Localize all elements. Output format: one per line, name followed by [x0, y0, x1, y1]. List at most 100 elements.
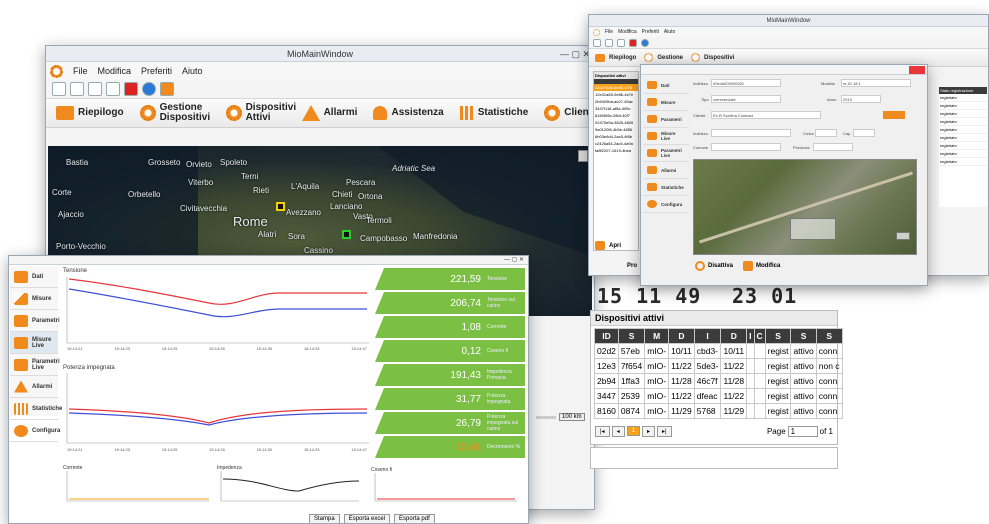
- field-provincia-value[interactable]: [813, 143, 853, 151]
- sidebar-item-dati[interactable]: Dati: [10, 266, 58, 288]
- list-item[interactable]: 8160f06b-28bf-40f7: [594, 112, 638, 119]
- pdf-icon[interactable]: [629, 38, 637, 47]
- page-input[interactable]: 1: [787, 425, 818, 437]
- map-marker[interactable]: [342, 230, 351, 239]
- close-button[interactable]: [909, 66, 925, 74]
- field-comune-value[interactable]: [711, 143, 781, 151]
- sidebar-item-dati[interactable]: Dati: [643, 77, 689, 94]
- menu-file[interactable]: File: [73, 66, 88, 76]
- list-item[interactable]: 6b03e9d4-2ac5-4f8b: [594, 133, 638, 140]
- col-header[interactable]: I: [746, 328, 755, 344]
- table-row[interactable]: 8160 0874 mIO- 11/29 5768 11/29 regist attivo co…: [594, 403, 843, 419]
- current-page-button[interactable]: 1: [626, 426, 640, 436]
- sidebar-item-allarmi[interactable]: Allarmi: [10, 376, 58, 398]
- col-header[interactable]: D: [720, 328, 748, 344]
- copy-icon[interactable]: [88, 82, 102, 96]
- field-civico-value[interactable]: [815, 129, 837, 137]
- field-indirizzo2-value[interactable]: [711, 129, 791, 137]
- table-row[interactable]: 12e3 7f654 mIO- 11/22 5de3- 11/22 regist attivo…: [594, 358, 843, 374]
- ribbon-gestione[interactable]: Gestione: [644, 53, 683, 63]
- window-controls[interactable]: — ▢ ✕: [504, 256, 524, 265]
- list-item[interactable]: 12e31a65-9e86-4e7e: [594, 91, 638, 98]
- table-row[interactable]: 02d2 57eb mIO- 10/11 cbd3- 10/11 regist attivo c…: [594, 343, 843, 359]
- grid-icon[interactable]: [106, 82, 120, 96]
- disattiva-button[interactable]: Disattiva: [695, 261, 733, 271]
- pdf-icon[interactable]: [124, 82, 138, 96]
- field-cap-value[interactable]: [853, 129, 875, 137]
- col-header[interactable]: S: [790, 328, 817, 344]
- satellite-map[interactable]: [693, 159, 917, 255]
- field-tipo-value[interactable]: commerciale: [711, 95, 781, 103]
- list-item[interactable]: 2b9409ba-ac07-45ac: [594, 98, 638, 105]
- field-indirizzo-value[interactable]: 00e4d000000001: [711, 79, 781, 87]
- col-header[interactable]: S: [617, 328, 646, 344]
- grid-icon[interactable]: [617, 38, 625, 47]
- sidebar-item-parametri[interactable]: Parametri: [643, 111, 689, 128]
- col-header[interactable]: S: [764, 328, 792, 344]
- sidebar-item-statistiche[interactable]: Statistiche: [643, 179, 689, 196]
- window-controls[interactable]: — ▢ ✕: [560, 46, 590, 62]
- ribbon-gestione[interactable]: Gestione Dispositivi: [139, 103, 210, 123]
- field-cliente-value[interactable]: Ex-R Sordina Contract: [711, 111, 821, 119]
- ribbon-riepilogo[interactable]: Riepilogo: [595, 53, 636, 63]
- export-pdf-button[interactable]: Esporta pdf: [394, 514, 435, 523]
- modifica-button[interactable]: Modifica: [743, 261, 780, 271]
- col-header[interactable]: S: [815, 328, 843, 344]
- prev-page-button[interactable]: ◂: [611, 425, 625, 437]
- sidebar-item-misure[interactable]: Misure: [643, 94, 689, 111]
- print-icon[interactable]: [593, 38, 601, 47]
- list-item[interactable]: 9a0120f6-4b5e-4856: [594, 126, 638, 133]
- cliente-edit-button[interactable]: [883, 111, 905, 119]
- table-row[interactable]: 2b94 1ffa3 mIO- 11/28 46c7f 11/28 regist attivo…: [594, 373, 843, 389]
- list-item[interactable]: 02470e5a-3825-4826: [594, 119, 638, 126]
- first-page-button[interactable]: |◂: [595, 425, 610, 437]
- col-header[interactable]: C: [753, 328, 766, 344]
- col-header[interactable]: D: [668, 328, 695, 344]
- person-icon[interactable]: [160, 82, 174, 96]
- ribbon-riepilogo[interactable]: Riepilogo: [56, 106, 124, 120]
- export-excel-button[interactable]: Esporta excel: [343, 514, 391, 523]
- sidebar-item-allarmi[interactable]: Allarmi: [643, 162, 689, 179]
- print-icon[interactable]: [52, 82, 66, 96]
- ribbon-dispositivi[interactable]: Dispositivi: [691, 53, 734, 63]
- list-item[interactable]: 3447f118-af5a-405c: [594, 105, 638, 112]
- ribbon-allarmi[interactable]: Allarmi: [301, 105, 357, 121]
- sidebar-item-parametri-live[interactable]: Parametri Live: [643, 145, 689, 162]
- menu-preferiti[interactable]: Preferiti: [642, 29, 659, 35]
- col-header[interactable]: ID: [594, 328, 619, 344]
- col-header[interactable]: I: [693, 328, 722, 344]
- map-marker[interactable]: [276, 202, 285, 211]
- table-row[interactable]: 3447 2539 mIO- 11/22 dfeac 11/22 regist attivo c…: [594, 388, 843, 404]
- field-anno-value[interactable]: 2013: [841, 95, 881, 103]
- field-modello-value[interactable]: m-IO 18.1: [841, 79, 911, 87]
- sidebar-item-configura[interactable]: Configura: [10, 420, 60, 442]
- map-zoom-control[interactable]: [578, 150, 588, 162]
- list-item[interactable]: fa8f2207-1619-4bea: [594, 147, 638, 154]
- sidebar-item-configura[interactable]: Configura: [643, 196, 689, 213]
- sidebar-item-misure-live[interactable]: Misure Live: [643, 128, 689, 145]
- ribbon-dispositivi[interactable]: Dispositivi Attivi: [225, 103, 296, 123]
- menu-preferiti[interactable]: Preferiti: [141, 66, 172, 76]
- menu-modifica[interactable]: Modifica: [618, 29, 637, 35]
- map-nav-control[interactable]: [790, 218, 836, 240]
- col-header[interactable]: M: [644, 328, 670, 344]
- settings-icon[interactable]: [605, 38, 613, 47]
- ribbon-statistiche[interactable]: Statistiche: [459, 106, 528, 120]
- map-zoom-control[interactable]: [896, 232, 910, 240]
- sidebar-item-parametri[interactable]: Parametri: [10, 310, 60, 332]
- next-page-button[interactable]: ▸: [641, 425, 655, 437]
- open-tab[interactable]: Apri: [595, 241, 621, 250]
- sidebar-item-misure-live[interactable]: Misure Live: [10, 332, 58, 354]
- info-icon[interactable]: [142, 82, 156, 96]
- sidebar-item-parametri-live[interactable]: Parametri Live: [10, 354, 60, 376]
- ribbon-assistenza[interactable]: Assistenza: [373, 106, 444, 120]
- menu-modifica[interactable]: Modifica: [98, 66, 132, 76]
- settings-icon[interactable]: [70, 82, 84, 96]
- sidebar-item-statistiche[interactable]: Statistiche: [10, 398, 62, 420]
- menu-file[interactable]: File: [605, 29, 613, 35]
- stampa-button[interactable]: Stampa: [309, 514, 340, 523]
- list-item[interactable]: c2426a54-2ac5-4a9a: [594, 140, 638, 147]
- pro-tab[interactable]: Pro: [627, 263, 637, 269]
- menu-aiuto[interactable]: Aiuto: [664, 29, 675, 35]
- last-page-button[interactable]: ▸|: [656, 425, 672, 437]
